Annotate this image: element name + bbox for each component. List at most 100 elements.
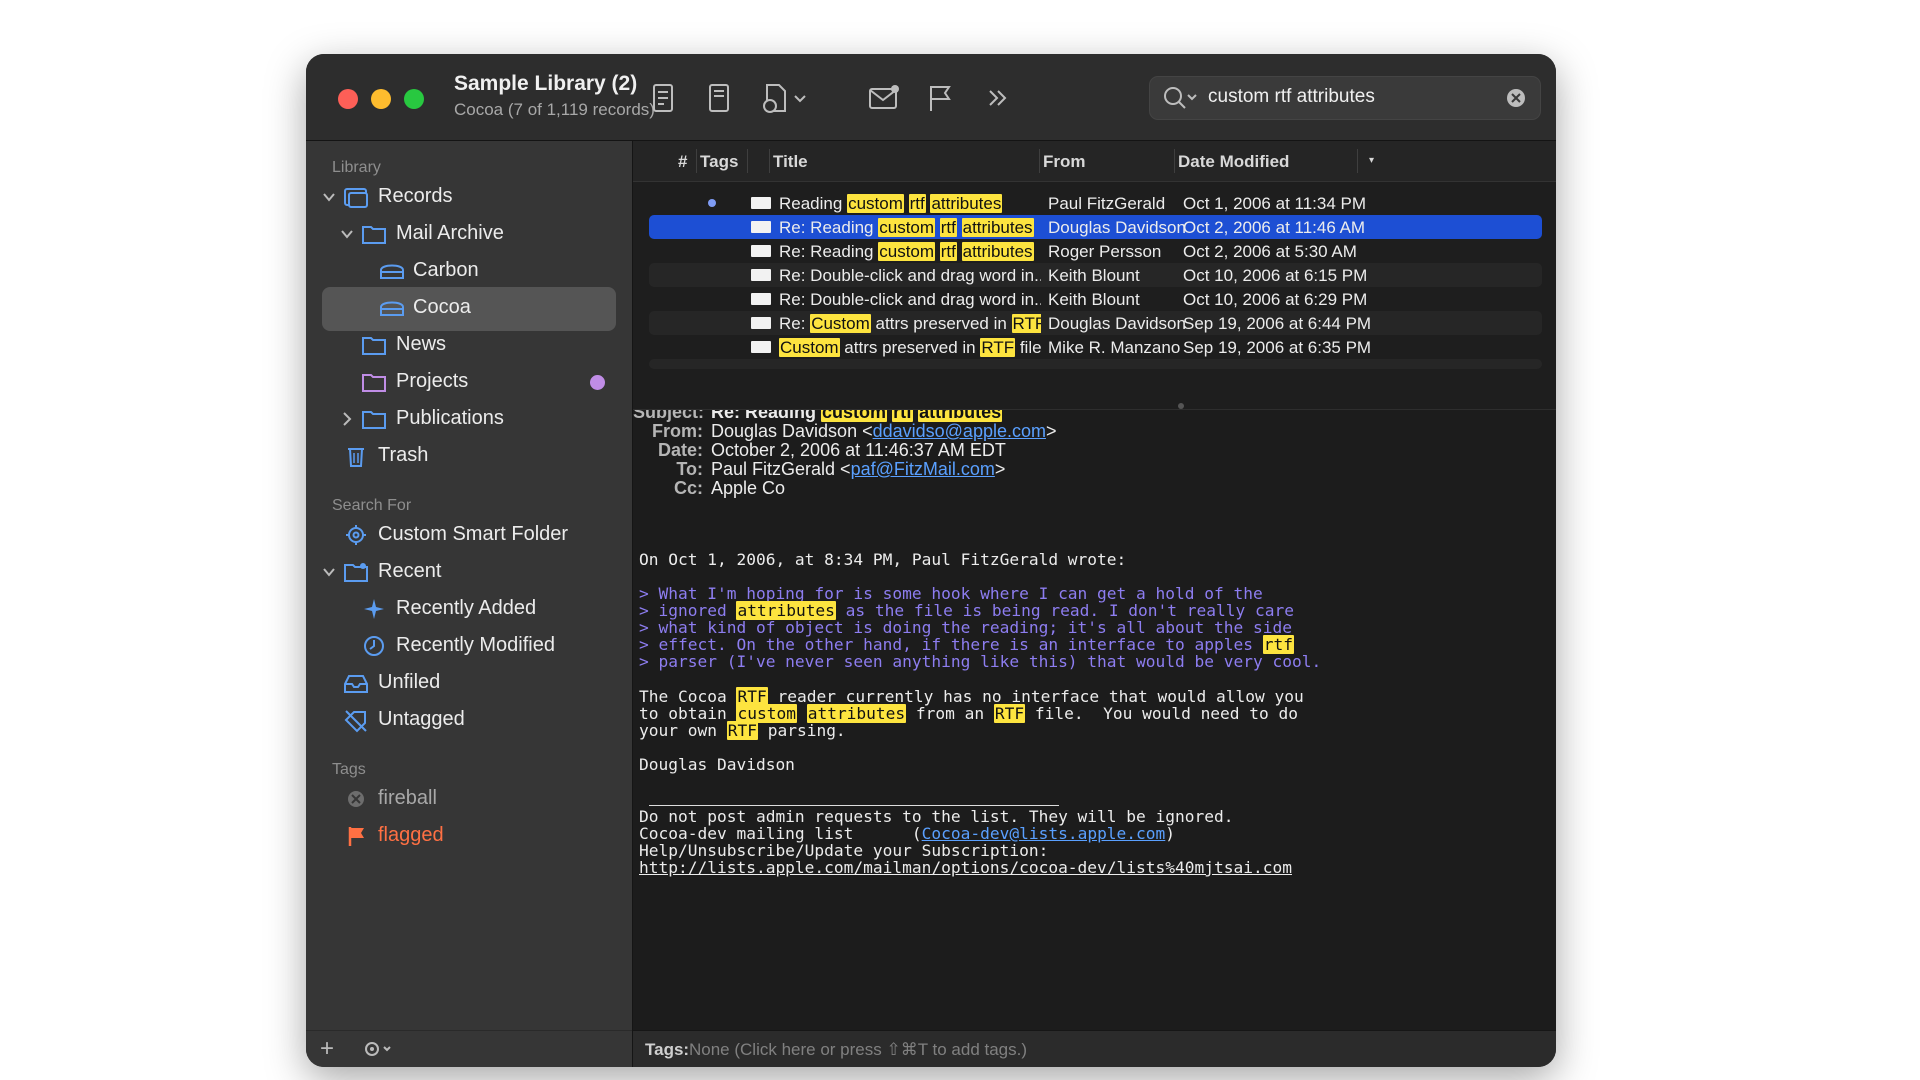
sidebar-item-publications[interactable]: Publications xyxy=(306,398,632,440)
splitter-grip[interactable] xyxy=(1178,403,1184,409)
sidebar-item-label: Recently Modified xyxy=(396,634,555,656)
search-field[interactable]: custom rtf attributes xyxy=(1149,76,1541,120)
quote-line: > What I'm hoping for is some hook where… xyxy=(639,584,1263,603)
sidebar-item-news[interactable]: News xyxy=(306,324,632,366)
sidebar-item-label: Trash xyxy=(378,444,429,466)
clear-search-icon[interactable] xyxy=(1506,88,1526,108)
sidebar-item-label: Projects xyxy=(396,370,469,392)
sidebar-item-label: Custom Smart Folder xyxy=(378,523,569,545)
sidebar-item-cocoa[interactable]: Cocoa xyxy=(306,287,632,331)
message-to: Paul FitzGerald <paf@FitzMail.com> xyxy=(711,459,1006,479)
sidebar-item-label: Records xyxy=(378,185,453,207)
message-from: Douglas Davidson <ddavidso@apple.com> xyxy=(711,421,1057,441)
window-subtitle: Cocoa (7 of 1,119 records) xyxy=(454,100,655,119)
column-header-date-modified[interactable]: Date Modified xyxy=(1178,152,1289,172)
chevron-down-icon[interactable] xyxy=(321,188,337,206)
unsubscribe-link[interactable]: http://lists.apple.com/mailman/options/c… xyxy=(639,859,1292,876)
tag-bar[interactable]: Tags: None (Click here or press ⇧⌘T to a… xyxy=(633,1030,1556,1067)
chevron-down-icon[interactable] xyxy=(339,225,355,243)
table-row[interactable]: Re: Reading custom rtf attributes Douglas… xyxy=(649,215,1542,239)
sidebar-item-label: Cocoa xyxy=(413,296,471,318)
table-row[interactable]: Re: Double-click and drag word in... Keit… xyxy=(649,263,1542,287)
sidebar-item-trash[interactable]: Trash xyxy=(306,435,632,477)
sidebar-item-untagged[interactable]: Untagged xyxy=(306,699,632,741)
sidebar-footer: + xyxy=(306,1030,632,1067)
unread-dot-icon xyxy=(708,199,716,207)
table-row[interactable]: Re: Double-click and drag word in... Keit… xyxy=(649,287,1542,311)
table-row[interactable]: Custom attrs preserved in RTF files? Mike… xyxy=(649,335,1542,359)
row-date: Sep 19, 2006 at 6:44 PM xyxy=(1183,314,1372,333)
sidebar-item-label: Unfiled xyxy=(378,671,441,693)
sidebar-item-recently-modified[interactable]: Recently Modified xyxy=(306,625,632,667)
row-from: Paul FitzGerald xyxy=(1048,194,1166,213)
flag-icon[interactable] xyxy=(923,82,957,114)
sidebar-item-mail-archive[interactable]: Mail Archive xyxy=(306,213,632,255)
column-header-tags[interactable]: Tags xyxy=(700,152,738,172)
new-document-icon[interactable] xyxy=(759,82,793,114)
sidebar-item-label: Recent xyxy=(378,560,442,582)
mail-icon[interactable] xyxy=(867,82,901,114)
search-icon[interactable] xyxy=(1162,85,1202,111)
from-email-link[interactable]: ddavidso@apple.com xyxy=(873,421,1046,441)
zoom-window-button[interactable] xyxy=(404,89,424,109)
sidebar-item-label: News xyxy=(396,333,447,355)
more-icon[interactable] xyxy=(981,82,1015,114)
row-from: Mike R. Manzano xyxy=(1048,338,1181,357)
pane-splitter[interactable] xyxy=(633,403,1556,410)
row-from: Roger Persson xyxy=(1048,242,1162,261)
sort-indicator-icon[interactable]: ▾ xyxy=(1369,155,1374,166)
library-heading: Library xyxy=(332,159,381,176)
tags-input[interactable]: None (Click here or press ⇧⌘T to add tag… xyxy=(689,1040,1027,1060)
column-header: # Tags Title From Date Modified ▾ xyxy=(633,141,1556,182)
document-icon[interactable] xyxy=(702,82,736,114)
email-icon xyxy=(751,317,771,329)
sidebar-item-recent[interactable]: Recent xyxy=(306,551,632,593)
body-line: to obtain custom attributes from an RTF … xyxy=(639,704,1299,723)
row-title: Reading custom rtf attributes xyxy=(779,194,1003,213)
row-from: Keith Blount xyxy=(1048,290,1140,309)
list-footer-line: Cocoa-dev mailing list (Cocoa-dev@lists.… xyxy=(639,824,1176,843)
quote-line: > what kind of object is doing the readi… xyxy=(639,618,1292,637)
email-icon xyxy=(751,197,771,209)
mailbox-icon xyxy=(378,258,406,284)
window-title: Sample Library (2) xyxy=(454,72,638,95)
column-header-title[interactable]: Title xyxy=(773,152,808,172)
email-icon xyxy=(751,245,771,257)
sidebar-tag-flagged[interactable]: flagged xyxy=(306,815,632,857)
chevron-down-icon[interactable] xyxy=(790,82,810,114)
sidebar-item-label: fireball xyxy=(378,787,437,809)
sidebar-item-projects[interactable]: Projects xyxy=(306,361,632,403)
search-input[interactable]: custom rtf attributes xyxy=(1208,86,1375,108)
message-cc: Apple Co xyxy=(711,478,786,498)
row-date: Oct 1, 2006 at 11:34 PM xyxy=(1183,194,1367,213)
column-header-from[interactable]: From xyxy=(1043,152,1086,172)
table-row[interactable]: Reading custom rtf attributes Paul FitzGe… xyxy=(649,191,1542,215)
row-from: Douglas Davidson xyxy=(1048,314,1186,333)
sidebar-item-custom-smart-folder[interactable]: Custom Smart Folder xyxy=(306,514,632,556)
to-email-link[interactable]: paf@FitzMail.com xyxy=(851,459,995,479)
from-label: From: xyxy=(652,421,703,441)
table-row[interactable]: Re: Custom attrs preserved in RTF f... Do… xyxy=(649,311,1542,335)
chevron-right-icon[interactable] xyxy=(339,410,355,428)
sidebar-tag-fireball[interactable]: fireball xyxy=(306,778,632,820)
action-menu-icon[interactable] xyxy=(362,1039,398,1059)
chevron-down-icon[interactable] xyxy=(321,563,337,581)
table-row[interactable]: Re: Reading custom rtf attributes Roger P… xyxy=(649,239,1542,263)
inspector-icon[interactable] xyxy=(646,82,680,114)
sidebar-item-unfiled[interactable]: Unfiled xyxy=(306,662,632,704)
signature: Douglas Davidson xyxy=(639,755,795,774)
app-window: Sample Library (2) Cocoa (7 of 1,119 rec… xyxy=(306,54,1556,1067)
column-header-number[interactable]: # xyxy=(678,152,687,172)
row-date: Oct 2, 2006 at 11:46 AM xyxy=(1183,218,1366,237)
close-window-button[interactable] xyxy=(338,89,358,109)
message-intro: On Oct 1, 2006, at 8:34 PM, Paul FitzGer… xyxy=(639,550,1127,569)
smart-folder-icon xyxy=(342,559,370,585)
minimize-window-button[interactable] xyxy=(371,89,391,109)
list-footer-line: Do not post admin requests to the list. … xyxy=(639,807,1234,826)
empty-row xyxy=(649,359,1542,369)
to-label: To: xyxy=(676,459,703,479)
add-button[interactable]: + xyxy=(320,1035,334,1063)
sidebar-item-carbon[interactable]: Carbon xyxy=(306,250,632,292)
sidebar-item-records[interactable]: Records xyxy=(306,176,632,218)
sidebar-item-recently-added[interactable]: Recently Added xyxy=(306,588,632,630)
